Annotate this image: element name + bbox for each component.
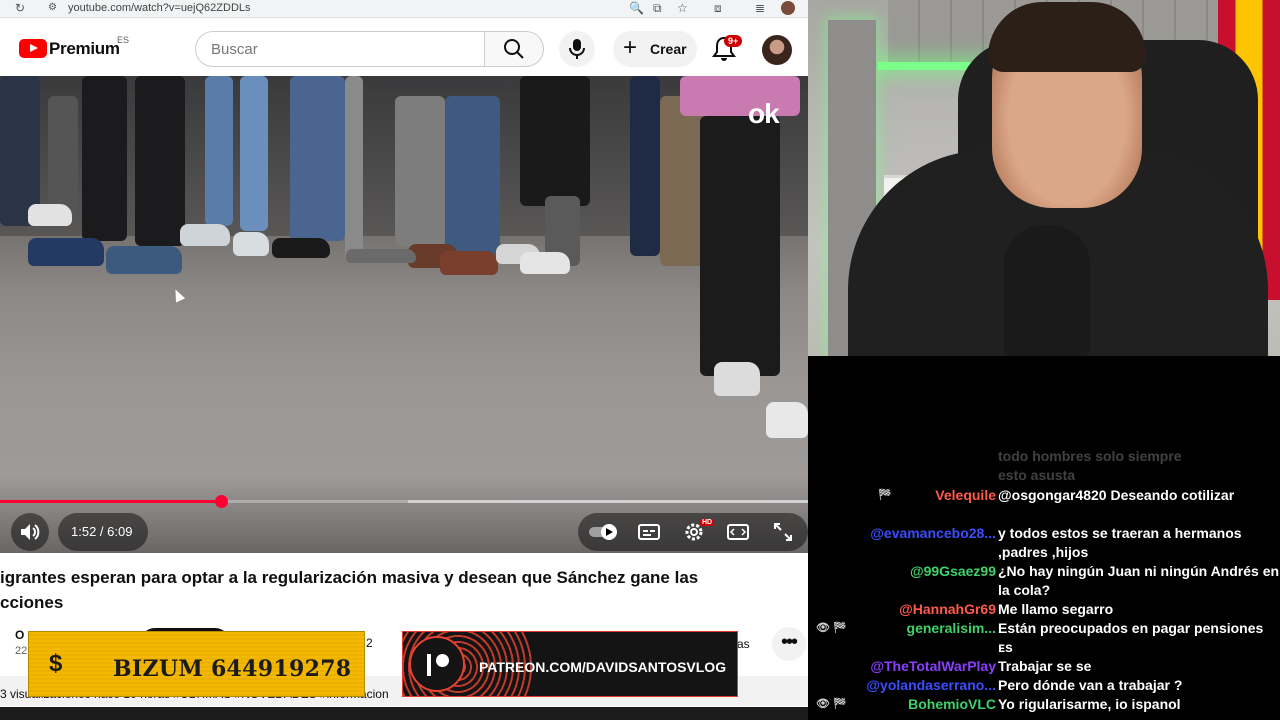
patreon-text: PATREON.COM/DAVIDSANTOSVLOG: [479, 659, 727, 675]
voice-search-button[interactable]: [559, 31, 595, 67]
progress-played: [0, 500, 221, 503]
browser-profile-avatar[interactable]: [781, 1, 795, 15]
taskbar-strip: [0, 707, 808, 720]
chat-username[interactable]: @99Gsaez99: [910, 562, 996, 581]
channel-name[interactable]: O: [15, 628, 24, 642]
video-player[interactable]: ok 1:52 / 6:09 HD: [0, 76, 808, 553]
chat-username[interactable]: @evamancebo28...: [870, 524, 996, 543]
zoom-icon[interactable]: 🔍: [629, 1, 644, 15]
create-label: Crear: [650, 41, 687, 57]
chat-username[interactable]: BohemioVLC: [908, 695, 996, 714]
chat-text: ¿No hay ningún Juan ni ningún Andrés en …: [998, 563, 1280, 598]
youtube-logo-icon[interactable]: [19, 39, 47, 58]
progress-scrubber[interactable]: [214, 495, 228, 508]
theater-mode-icon[interactable]: [726, 522, 750, 542]
chat-text: Me llamo segarro: [998, 601, 1114, 617]
chat-username[interactable]: @yolandaserrano...: [866, 676, 996, 695]
video-title-line-2: cciones: [0, 593, 64, 612]
microphone-icon: [569, 39, 585, 59]
country-code: ES: [117, 35, 130, 45]
youtube-window: ↻ ⚙ youtube.com/watch?v=uejQ62ZDDLs 🔍 ⧉ …: [0, 0, 808, 720]
chat-text: @osgongar4820 Deseando cotilizar: [998, 487, 1235, 503]
fullscreen-icon[interactable]: [772, 521, 794, 543]
volume-button[interactable]: [11, 513, 49, 551]
patreon-logo-icon: [409, 636, 465, 692]
chat-text: y todos estos se traeran a hermanos ,pad…: [998, 525, 1242, 560]
time-text: 1:52 / 6:09: [71, 524, 133, 539]
dollar-icon: $: [49, 650, 63, 677]
bizum-overlay: $ BIZUM 644919278: [28, 631, 365, 697]
right-controls: HD: [578, 513, 808, 551]
streamer-webcam: [808, 0, 1280, 356]
chat-username[interactable]: @TheTotalWarPlay: [870, 657, 996, 676]
chat-username[interactable]: Velequile: [935, 486, 996, 505]
youtube-header: Premium ES Buscar + Crear 9+: [0, 18, 808, 76]
live-chat: todo hombres solo siempre esto asusta 🏁 Vel…: [808, 356, 1280, 720]
browser-address-bar[interactable]: ↻ ⚙ youtube.com/watch?v=uejQ62ZDDLs 🔍 ⧉ …: [0, 0, 808, 18]
search-placeholder: Buscar: [211, 41, 258, 58]
chat-text: Trabajar se se: [998, 658, 1092, 674]
autoplay-toggle-icon[interactable]: [588, 523, 620, 541]
chat-text: Pero dónde van a trabajar ?: [998, 677, 1183, 693]
chat-badge-icon: 🏁: [878, 489, 892, 501]
volume-icon: [21, 524, 40, 540]
mouse-cursor-icon: [170, 287, 186, 303]
chat-username[interactable]: generalisim...: [907, 619, 996, 638]
more-actions-button[interactable]: •••: [772, 627, 806, 661]
microphone: [1004, 225, 1090, 356]
video-title: igrantes esperan para optar a la regular…: [0, 565, 760, 615]
like-count[interactable]: 2: [366, 636, 373, 650]
chat-badge-icon: 👁 🏁: [816, 698, 847, 710]
logo-text[interactable]: Premium: [49, 39, 120, 59]
notification-count-badge: 9+: [724, 35, 743, 47]
chat-badge-icon: 👁 🏁: [816, 622, 847, 634]
video-title-line-1: igrantes esperan para optar a la regular…: [0, 568, 699, 587]
create-button[interactable]: + Crear: [613, 31, 697, 67]
chat-username[interactable]: @HannahGr69: [899, 600, 996, 619]
plus-icon: +: [623, 34, 638, 61]
more-dots-icon: •••: [781, 631, 798, 653]
action-label[interactable]: as: [737, 637, 750, 651]
search-input[interactable]: Buscar: [195, 31, 485, 67]
chat-text: esto asusta: [998, 467, 1076, 483]
channel-watermark: ok: [748, 98, 780, 129]
bookmark-star-icon[interactable]: ☆: [677, 1, 688, 15]
subtitles-icon[interactable]: [637, 522, 661, 542]
search-button[interactable]: [484, 31, 544, 67]
progress-buffered: [408, 500, 808, 503]
channel-subtext: 22: [15, 645, 28, 657]
time-display: 1:52 / 6:09: [58, 513, 148, 551]
chat-text: Están preocupados en pagar pensiones ᴇs: [998, 620, 1264, 655]
bizum-text: BIZUM 644919278: [113, 656, 352, 682]
reading-list-icon[interactable]: ≣: [755, 1, 765, 15]
site-info-icon[interactable]: ⚙: [48, 2, 57, 13]
chat-text: todo hombres solo siempre: [998, 448, 1182, 464]
url-text[interactable]: youtube.com/watch?v=uejQ62ZDDLs: [68, 2, 251, 14]
search-icon: [504, 39, 524, 59]
account-avatar[interactable]: [762, 35, 792, 65]
install-icon[interactable]: ⧉: [653, 1, 662, 16]
reload-icon[interactable]: ↻: [15, 1, 25, 15]
hd-badge: HD: [700, 519, 715, 526]
patreon-overlay: PATREON.COM/DAVIDSANTOSVLOG: [402, 631, 738, 697]
extensions-icon[interactable]: ⧈: [714, 1, 722, 16]
chat-text: Yo rigularisarme, io ispanol: [998, 696, 1181, 712]
